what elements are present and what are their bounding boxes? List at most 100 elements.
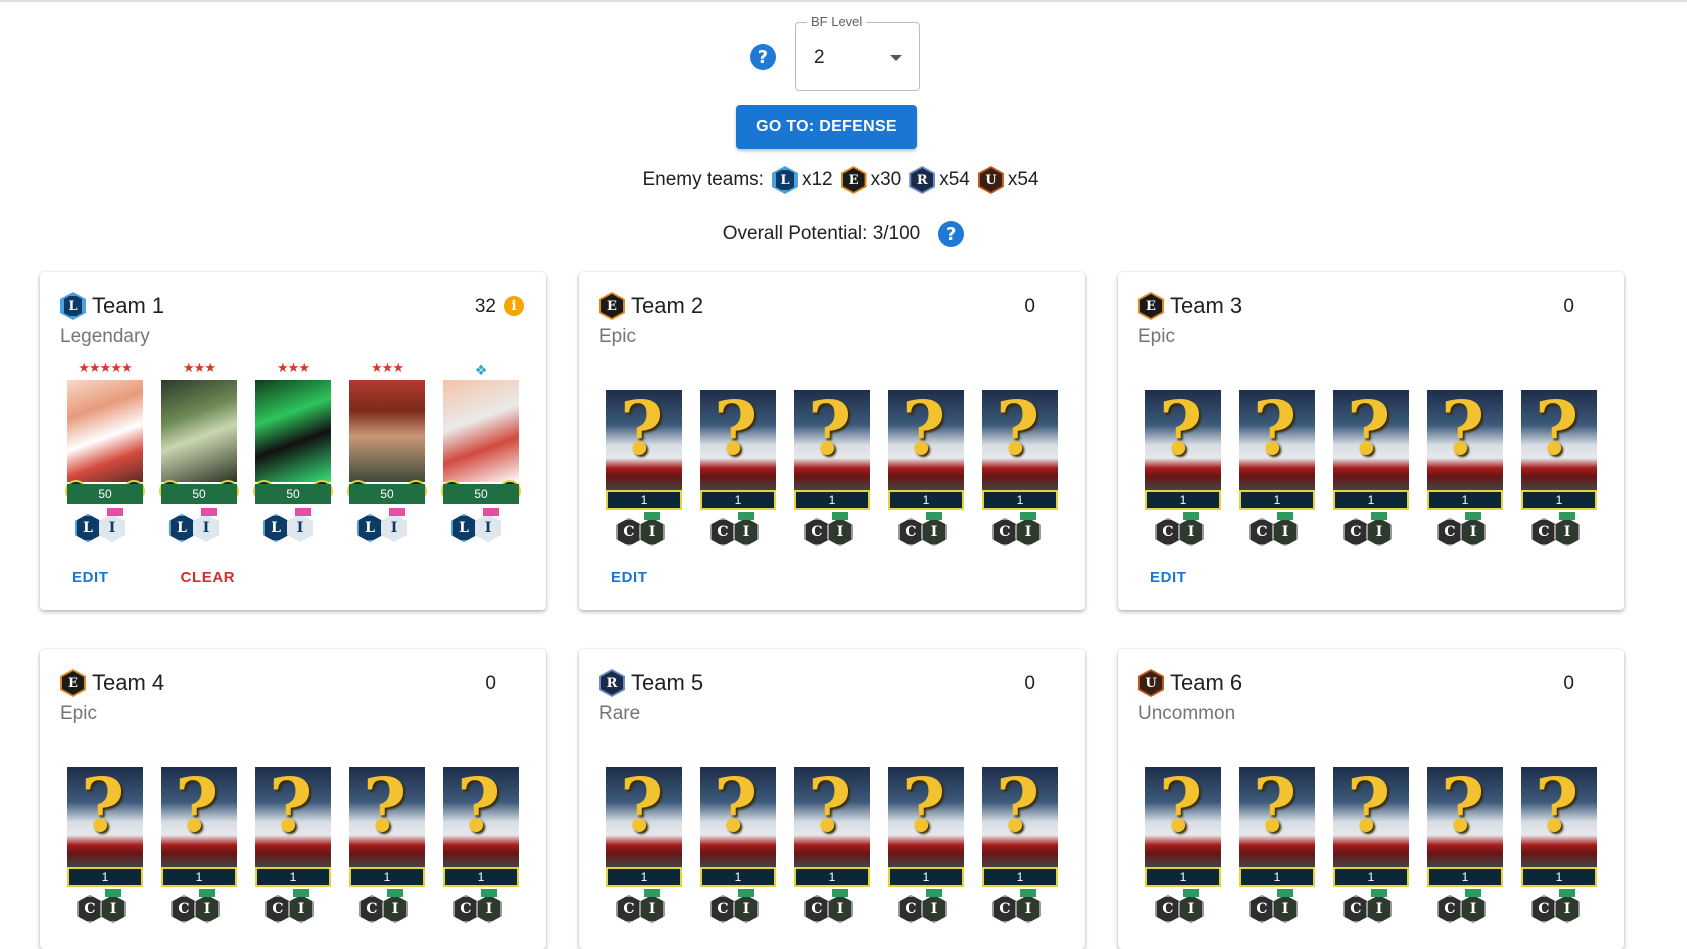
team-rarity-name: Epic: [1138, 326, 1175, 347]
unknown-hero-portrait: ?: [1333, 390, 1409, 490]
edit-team-button[interactable]: EDIT: [1138, 565, 1199, 590]
hero-gear: CI: [992, 889, 1041, 923]
hero-slot[interactable]: ❖202050LI: [441, 362, 521, 542]
gear-tab-icon: [1559, 889, 1575, 897]
unknown-hero-portrait: ?: [161, 767, 237, 867]
gear-tab-icon: [1559, 512, 1575, 520]
team-card: E Team 2 Epic 0? 1 C I? 1 C I? 1 C I? 1 C I? 1 C I EDIT: [579, 272, 1085, 610]
gear-i-icon: I: [1366, 518, 1392, 546]
hero-slot[interactable]: ? 1 C I: [794, 767, 870, 927]
wing-gear-icon: I: [475, 514, 501, 542]
hero-level: 1: [700, 490, 776, 510]
wing-gear-icon: I: [287, 514, 313, 542]
hero-slot[interactable]: ? 1 C I: [606, 767, 682, 927]
gear-c-icon: C: [77, 895, 103, 923]
hero-slot[interactable]: ? 1 C I: [349, 767, 425, 927]
hero-slot[interactable]: ? 1 C I: [1145, 767, 1221, 927]
unknown-hero-portrait: ?: [1333, 767, 1409, 867]
gear-i-icon: I: [1272, 518, 1298, 546]
question-mark-icon: ?: [1253, 390, 1297, 472]
gear-i-icon: I: [827, 518, 853, 546]
hero-slot[interactable]: ★★★353550LI: [253, 360, 333, 542]
question-mark-icon: ?: [1253, 767, 1297, 849]
question-mark-icon: ?: [1441, 390, 1485, 472]
wing-gear-icon: I: [99, 514, 125, 542]
gear-c-icon: C: [710, 895, 736, 923]
hero-slot[interactable]: ? 1 C I: [1145, 390, 1221, 550]
edit-team-button[interactable]: EDIT: [599, 565, 660, 590]
gear-c-icon: C: [1155, 895, 1181, 923]
unknown-hero-portrait: ?: [1427, 767, 1503, 867]
clear-team-button[interactable]: CLEAR: [169, 565, 248, 590]
team-slots: ? 1 C I? 1 C I? 1 C I? 1 C I? 1 C I: [1145, 390, 1605, 560]
hero-gear: LI: [357, 508, 407, 542]
unknown-hero-portrait: ?: [349, 767, 425, 867]
hero-slot[interactable]: ? 1 C I: [982, 390, 1058, 550]
enemy-count-uncommon: U x54: [977, 166, 1043, 194]
hero-slot[interactable]: ? 1 C I: [161, 767, 237, 927]
info-icon[interactable]: i: [504, 296, 524, 316]
gear-i-icon: I: [1460, 895, 1486, 923]
gear-tab-icon: [926, 889, 942, 897]
goto-defense-button[interactable]: GO TO: DEFENSE: [736, 105, 917, 149]
unknown-hero-portrait: ?: [1145, 390, 1221, 490]
gear-tab-icon: [1371, 889, 1387, 897]
question-mark-icon: ?: [1535, 767, 1579, 849]
unknown-hero-portrait: ?: [982, 390, 1058, 490]
gear-i-icon: I: [100, 895, 126, 923]
hero-slot[interactable]: ? 1 C I: [1239, 390, 1315, 550]
hero-slot[interactable]: ? 1 C I: [700, 767, 776, 927]
hero-slot[interactable]: ? 1 C I: [606, 390, 682, 550]
hero-slot[interactable]: ? 1 C I: [1521, 390, 1597, 550]
legendary-gear-icon: L: [451, 514, 477, 542]
gear-tab-icon: [105, 889, 121, 897]
bf-level-select[interactable]: BF Level 2: [795, 14, 920, 91]
chevron-down-icon: [890, 55, 902, 61]
hero-slot[interactable]: ★★★★★505050LI: [65, 360, 145, 542]
team-score: 0: [485, 673, 496, 694]
hero-gear: CI: [616, 512, 665, 546]
hero-slot[interactable]: ? 1 C I: [1521, 767, 1597, 927]
team-rarity-icon: E: [1138, 292, 1164, 320]
hero-level: 1: [1333, 867, 1409, 887]
gear-tab-icon: [644, 889, 660, 897]
hero-slot[interactable]: ? 1 C I: [255, 767, 331, 927]
question-mark-icon: ?: [808, 390, 852, 472]
potential-help-icon[interactable]: ?: [938, 221, 965, 247]
hero-gear: LI: [75, 508, 125, 542]
hero-slot[interactable]: ? 1 C I: [1239, 767, 1315, 927]
gear-c-icon: C: [1437, 518, 1463, 546]
hero-slot[interactable]: ★★★382050LI: [347, 360, 427, 542]
hero-slot[interactable]: ? 1 C I: [443, 767, 519, 927]
hero-slot[interactable]: ? 1 C I: [888, 390, 964, 550]
question-mark-icon: ?: [363, 767, 407, 849]
hero-slot[interactable]: ? 1 C I: [1427, 390, 1503, 550]
hero-gear: CI: [453, 889, 502, 923]
hero-slot[interactable]: ? 1 C I: [1333, 390, 1409, 550]
hero-slot[interactable]: ? 1 C I: [794, 390, 870, 550]
team-rarity-icon: E: [599, 292, 625, 320]
hero-slot[interactable]: ★★★143550LI: [159, 360, 239, 542]
enemy-teams-label: Enemy teams:: [642, 169, 764, 190]
edit-team-button[interactable]: EDIT: [60, 565, 121, 590]
team-slots: ★★★★★505050LI★★★143550LI★★★353550LI★★★38…: [65, 360, 527, 550]
team-card-header: E Team 2: [599, 292, 703, 320]
team-card-actions: EDIT: [1138, 565, 1199, 590]
unknown-hero-portrait: ?: [794, 390, 870, 490]
hero-slot[interactable]: ? 1 C I: [67, 767, 143, 927]
hero-slot[interactable]: ? 1 C I: [982, 767, 1058, 927]
gear-tab-icon: [199, 889, 215, 897]
hero-slot[interactable]: ? 1 C I: [700, 390, 776, 550]
hero-slot[interactable]: ? 1 C I: [1427, 767, 1503, 927]
bf-level-help-icon[interactable]: ?: [750, 44, 776, 70]
team-card-header: R Team 5: [599, 669, 703, 697]
gear-tab-icon: [1277, 512, 1293, 520]
hero-level: 50: [349, 484, 425, 504]
legendary-gear-icon: L: [75, 514, 101, 542]
team-slots: ? 1 C I? 1 C I? 1 C I? 1 C I? 1 C I: [67, 767, 527, 937]
hero-slot[interactable]: ? 1 C I: [1333, 767, 1409, 927]
gear-i-icon: I: [382, 895, 408, 923]
hero-level: 1: [349, 867, 425, 887]
hero-slot[interactable]: ? 1 C I: [888, 767, 964, 927]
hero-gear: CI: [171, 889, 220, 923]
